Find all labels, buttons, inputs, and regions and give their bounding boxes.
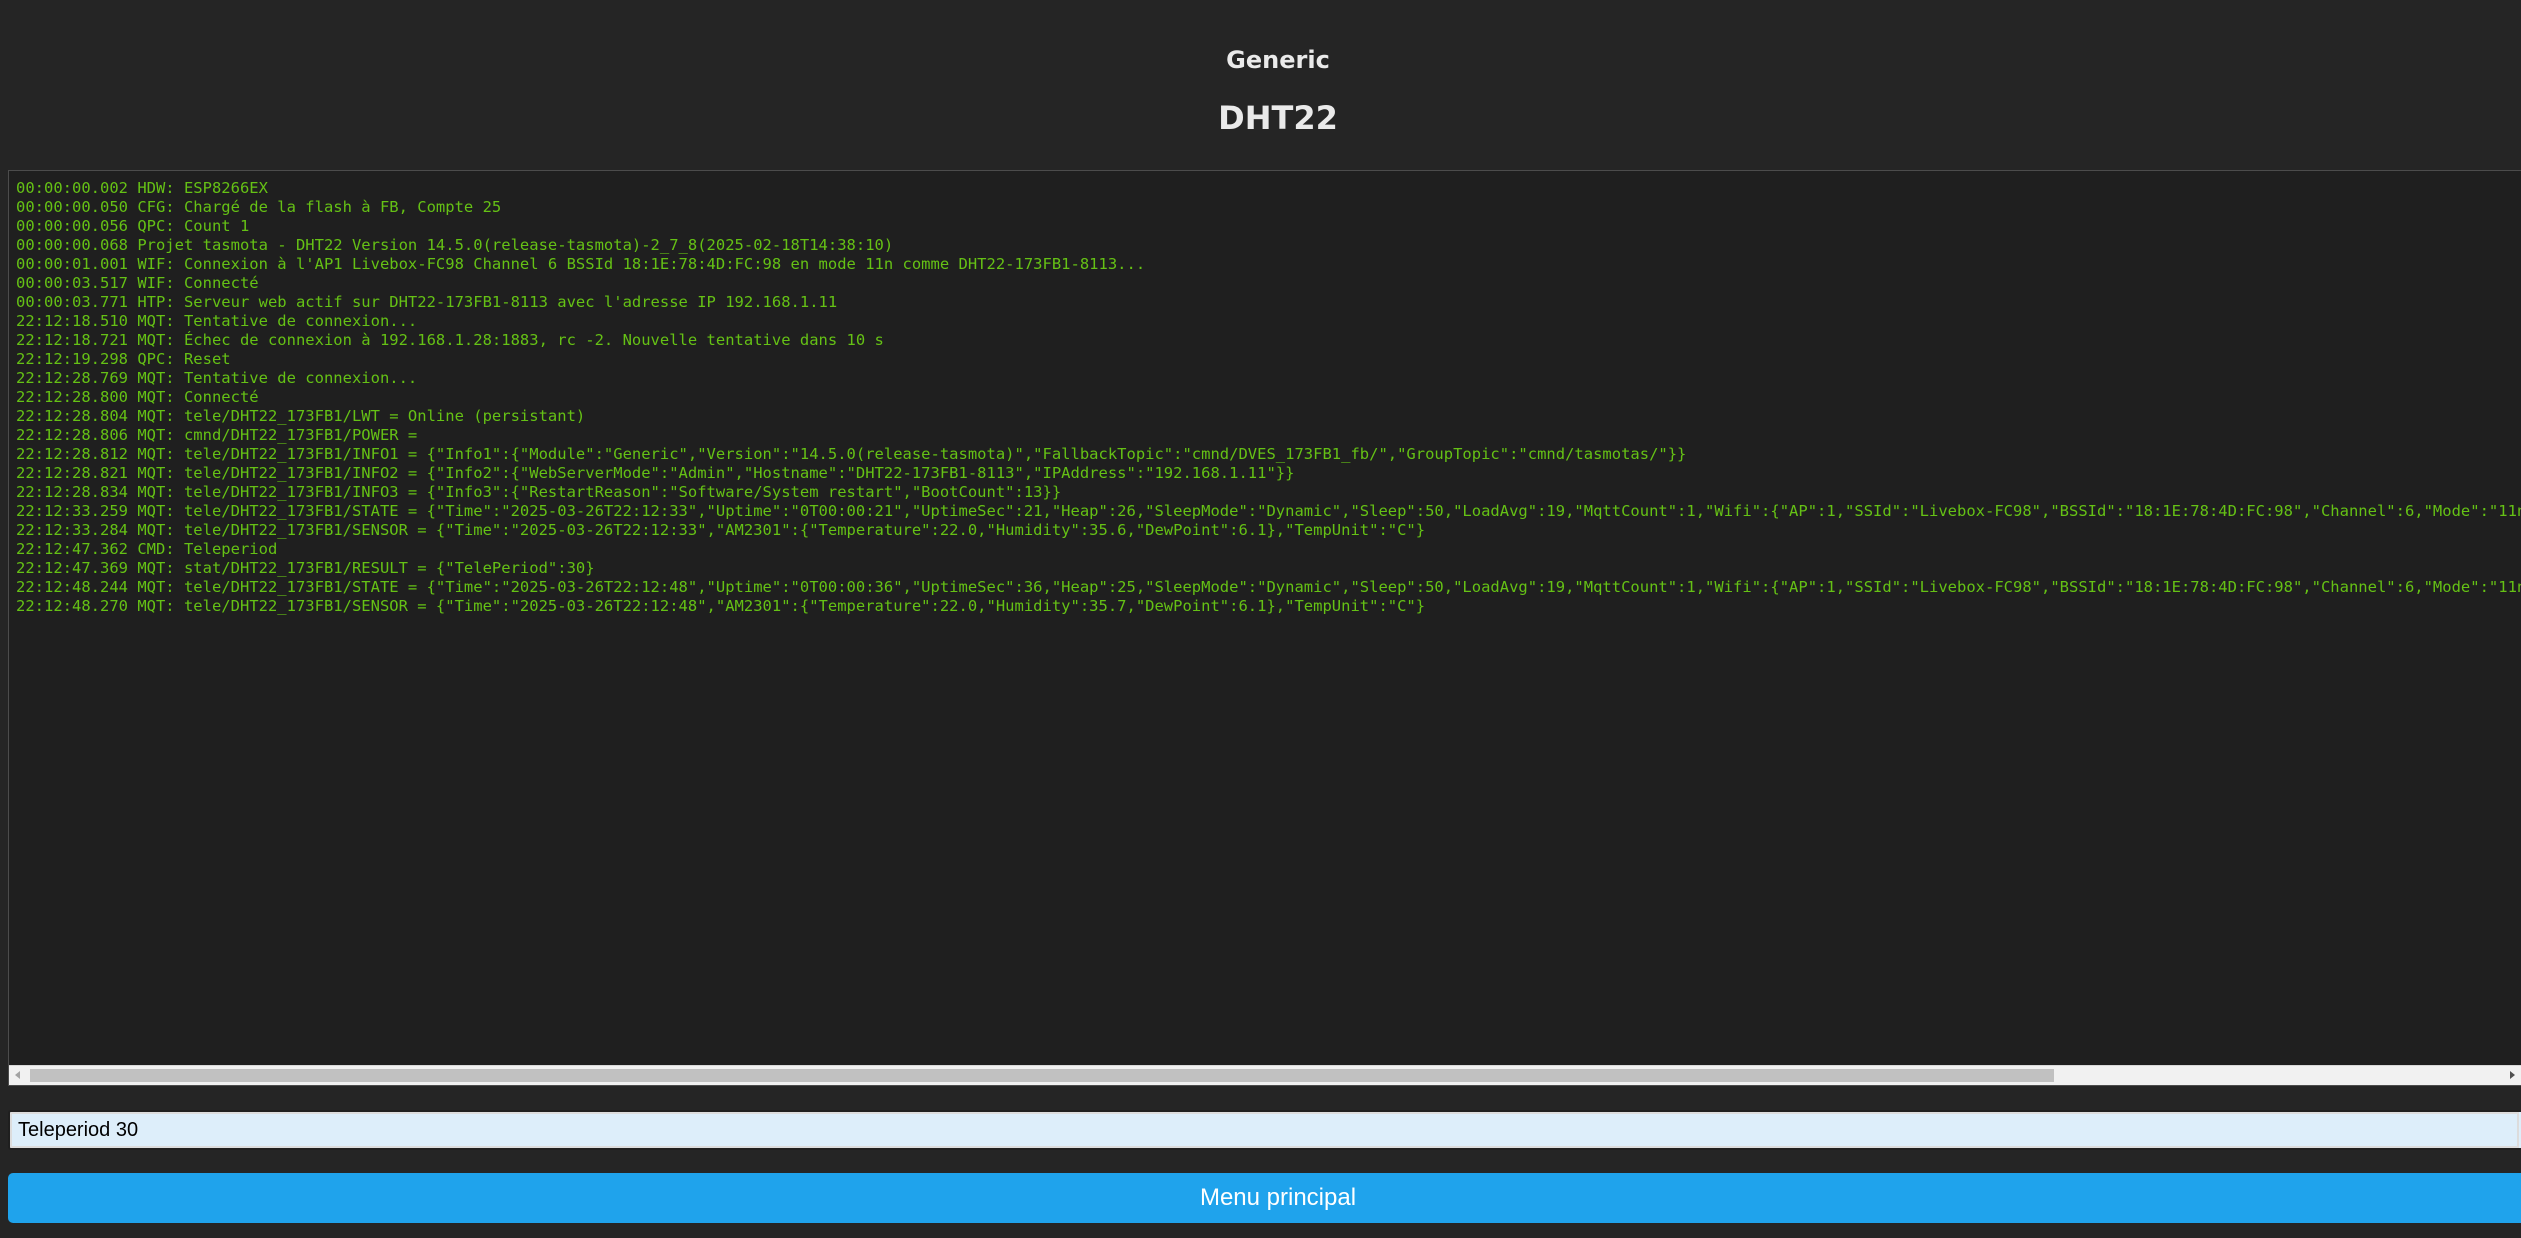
- scroll-right-arrow-icon: [2510, 1071, 2515, 1079]
- device-name: DHT22: [1218, 99, 1338, 137]
- scroll-right-button[interactable]: [2502, 1066, 2521, 1085]
- console-line: 22:12:48.244 MQT: tele/DHT22_173FB1/STAT…: [16, 578, 2521, 596]
- console-line: 22:12:47.369 MQT: stat/DHT22_173FB1/RESU…: [16, 559, 595, 577]
- tasmota-console-page: Generic DHT22 00:00:00.002 HDW: ESP8266E…: [0, 0, 2521, 1238]
- console-line: 22:12:48.270 MQT: tele/DHT22_173FB1/SENS…: [16, 597, 1426, 615]
- console-line: 22:12:28.821 MQT: tele/DHT22_173FB1/INFO…: [16, 464, 1295, 482]
- console-line: 22:12:19.298 QPC: Reset: [16, 350, 231, 368]
- console-line: 22:12:18.510 MQT: Tentative de connexion…: [16, 312, 418, 330]
- console-line: 22:12:28.812 MQT: tele/DHT22_173FB1/INFO…: [16, 445, 1687, 463]
- console-log-text: 00:00:00.002 HDW: ESP8266EX 00:00:00.050 …: [16, 179, 2521, 616]
- console-line: 22:12:28.769 MQT: Tentative de connexion…: [16, 369, 418, 387]
- console-line: 22:12:47.362 CMD: Teleperiod: [16, 540, 278, 558]
- console-log[interactable]: 00:00:00.002 HDW: ESP8266EX 00:00:00.050 …: [8, 170, 2521, 1086]
- console-line: 00:00:03.517 WIF: Connecté: [16, 274, 259, 292]
- console-line: 00:00:00.056 QPC: Count 1: [16, 217, 250, 235]
- console-line: 22:12:33.259 MQT: tele/DHT22_173FB1/STAT…: [16, 502, 2521, 520]
- console-line: 00:00:03.771 HTP: Serveur web actif sur …: [16, 293, 838, 311]
- main-menu-button[interactable]: Menu principal: [8, 1173, 2521, 1223]
- console-line: 22:12:28.834 MQT: tele/DHT22_173FB1/INFO…: [16, 483, 1062, 501]
- scrollbar-thumb[interactable]: [30, 1069, 2054, 1082]
- console-line: 22:12:18.721 MQT: Échec de connexion à 1…: [16, 331, 884, 349]
- console-line: 22:12:28.800 MQT: Connecté: [16, 388, 259, 406]
- console-line: 22:12:28.804 MQT: tele/DHT22_173FB1/LWT …: [16, 407, 586, 425]
- scroll-left-button[interactable]: [9, 1066, 28, 1085]
- console-line: 00:00:00.002 HDW: ESP8266EX: [16, 179, 268, 197]
- command-input[interactable]: [8, 1110, 2521, 1150]
- horizontal-scrollbar[interactable]: [9, 1065, 2521, 1085]
- console-line: 22:12:28.806 MQT: cmnd/DHT22_173FB1/POWE…: [16, 426, 427, 444]
- console-line: 00:00:00.050 CFG: Chargé de la flash à F…: [16, 198, 502, 216]
- console-line: 00:00:00.068 Projet tasmota - DHT22 Vers…: [16, 236, 894, 254]
- scroll-left-arrow-icon: [15, 1071, 20, 1079]
- module-name: Generic: [1226, 46, 1330, 74]
- console-line: 00:00:01.001 WIF: Connexion à l'AP1 Live…: [16, 255, 1146, 273]
- console-line: 22:12:33.284 MQT: tele/DHT22_173FB1/SENS…: [16, 521, 1426, 539]
